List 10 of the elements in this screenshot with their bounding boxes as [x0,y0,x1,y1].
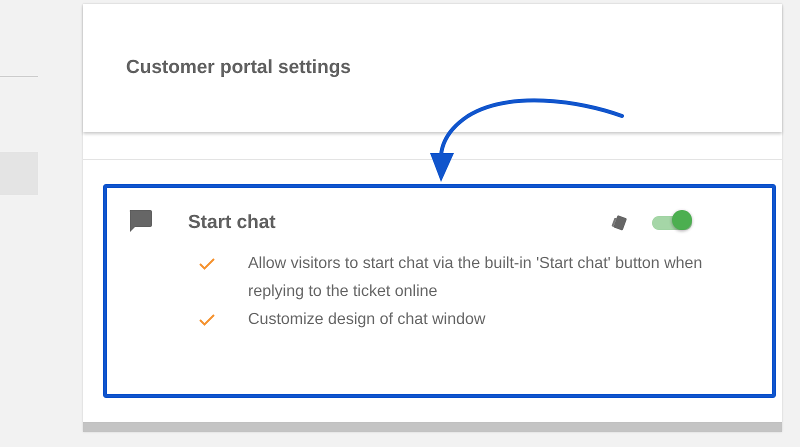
toggle-switch[interactable] [650,213,694,233]
feature-description: Customize design of chat window [248,310,486,330]
page-title: Customer portal settings [126,57,351,79]
check-icon [199,258,215,270]
feature-description: Allow visitors to start chat via the built-in 'Start chat' button when replying to the ticket online [248,254,704,302]
sidebar-divider [0,76,38,77]
scrollbar[interactable] [83,422,782,432]
check-icon [199,314,215,326]
feature-title: Start chat [188,212,277,234]
cards-icon[interactable] [610,214,628,232]
